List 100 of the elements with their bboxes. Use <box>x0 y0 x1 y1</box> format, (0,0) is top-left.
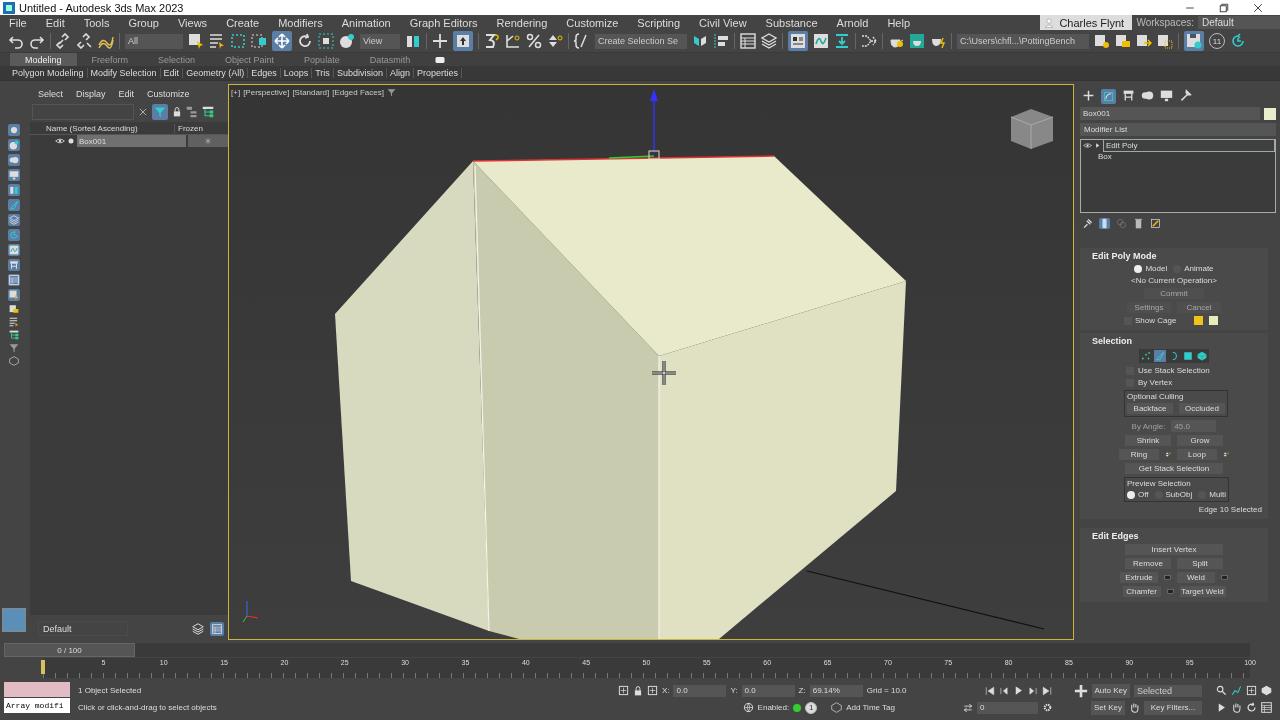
button[interactable]: Loop <box>1177 449 1217 460</box>
radio-button[interactable]: Model <box>1134 264 1168 273</box>
checkbox[interactable]: By Vertex <box>1080 378 1173 387</box>
status-text: 1 Object Selected <box>78 686 142 695</box>
checkbox[interactable]: Show Cage <box>1124 316 1177 325</box>
button[interactable]: Shrink <box>1125 435 1171 446</box>
named-selection-field[interactable]: Create Selection Se <box>595 33 687 49</box>
menu-item[interactable]: Animation <box>341 16 401 29</box>
button[interactable]: Split <box>1177 558 1223 569</box>
rollout-title[interactable]: Edit Edges <box>1080 531 1268 541</box>
radio-button[interactable]: Multi <box>1198 490 1227 499</box>
ribbon-panel[interactable]: Loops <box>280 68 313 78</box>
ribbon-tab[interactable]: Freeform <box>76 53 144 66</box>
workspaces-dropdown[interactable]: Default <box>1198 16 1280 29</box>
x-label: X: <box>661 686 670 695</box>
ribbon-panel[interactable]: Edges <box>248 68 281 78</box>
user-menu[interactable]: Charles Flynt <box>1040 15 1133 30</box>
menu-item[interactable]: Create <box>226 16 270 29</box>
z-label: Z: <box>798 686 806 695</box>
scene-item[interactable]: Box001 <box>77 135 186 147</box>
viewport-label[interactable]: [Perspective] <box>243 88 290 97</box>
time-slider-thumb[interactable]: 0 / 100 <box>4 643 135 657</box>
badge: 1 <box>805 701 818 714</box>
layer-dropdown[interactable]: Default <box>38 621 128 636</box>
ribbon-tab[interactable]: Object Paint <box>210 53 290 66</box>
selection-filter-dropdown[interactable]: All <box>125 33 183 49</box>
rollout-title[interactable]: Selection <box>1080 336 1268 346</box>
object-name-field[interactable]: Box001 <box>1080 107 1260 120</box>
button[interactable]: Backface <box>1127 403 1173 414</box>
menu-item[interactable]: Group <box>128 16 169 29</box>
key-mode-dropdown[interactable]: Selected <box>1134 684 1202 697</box>
ribbon-panel[interactable]: Modify Selection <box>87 68 161 78</box>
z-coordinate-field[interactable]: 69.14% <box>809 684 863 697</box>
y-label: Y: <box>730 686 738 695</box>
button[interactable]: Insert Vertex <box>1125 544 1223 555</box>
button[interactable]: Remove <box>1125 558 1171 569</box>
prompt-text: Click or click-and-drag to select objects <box>78 703 217 712</box>
ribbon-panel[interactable]: Properties <box>413 68 462 78</box>
selection-status: Edge 10 Selected <box>1198 505 1263 514</box>
x-coordinate-field[interactable]: 0.0 <box>673 684 727 697</box>
ribbon-panel[interactable]: Align <box>386 68 414 78</box>
ribbon-panel[interactable]: Geometry (All) <box>183 68 249 78</box>
radio-button[interactable]: SubObj <box>1154 490 1193 499</box>
viewport-label[interactable]: [Standard] <box>292 88 330 97</box>
menu-item[interactable]: Scripting <box>637 16 691 29</box>
ribbon-panel[interactable]: Subdivision <box>333 68 387 78</box>
operation-label: <No Current Operation> <box>1131 276 1217 285</box>
time-slider[interactable]: 0 / 100 <box>4 643 1250 657</box>
menu-item[interactable]: Views <box>177 16 218 29</box>
radio-button[interactable]: Off <box>1127 490 1149 499</box>
ribbon-panel[interactable]: Edit <box>160 68 184 78</box>
menu-item[interactable]: Customize <box>566 16 629 29</box>
ribbon-tab[interactable]: Modeling <box>10 53 77 66</box>
button[interactable]: Extrude <box>1120 572 1158 583</box>
ribbon-panel[interactable]: Polygon Modeling <box>9 68 88 78</box>
rollout-title[interactable]: Edit Poly Mode <box>1080 251 1268 261</box>
button[interactable]: Target Weld <box>1179 586 1226 597</box>
viewport-label[interactable]: [+] <box>231 88 241 97</box>
set-key-button[interactable]: Set Key <box>1091 700 1125 715</box>
angle-label: By Angle: <box>1131 421 1166 431</box>
ribbon-tab[interactable]: Populate <box>289 53 355 66</box>
modifier-item[interactable]: Box <box>1083 151 1275 162</box>
ribbon-tab[interactable]: Datasmith <box>354 53 426 66</box>
button[interactable]: Ring <box>1119 449 1159 460</box>
key-filters-button[interactable]: Key Filters... <box>1144 700 1202 715</box>
modifier-item[interactable]: Edit Poly <box>1103 139 1275 152</box>
viewport-label[interactable]: [Edged Faces] <box>332 88 384 97</box>
menu-item[interactable]: Help <box>887 16 920 29</box>
auto-key-button[interactable]: Auto Key <box>1091 683 1130 698</box>
add-time-tag-label[interactable]: Add Time Tag <box>846 703 895 712</box>
ribbon-panel[interactable]: Tris <box>312 68 334 78</box>
menu-item[interactable]: Civil View <box>699 16 757 29</box>
menu-item[interactable]: Select <box>38 89 63 99</box>
column-header[interactable]: Name (Sorted Ascending) <box>30 123 174 133</box>
button[interactable]: Grow <box>1177 435 1223 446</box>
y-coordinate-field[interactable]: 0.0 <box>741 684 795 697</box>
ribbon-tab[interactable]: Selection <box>143 53 211 66</box>
menu-item[interactable]: Customize <box>147 89 190 99</box>
frame-field[interactable]: 0 <box>977 701 1038 714</box>
menu-item[interactable]: File <box>9 16 37 29</box>
menu-item[interactable]: Arnold <box>836 16 879 29</box>
checkbox[interactable]: Use Stack Selection <box>1080 366 1210 375</box>
menu-item[interactable]: Substance <box>765 16 828 29</box>
reference-coordinate-dropdown[interactable]: View <box>360 33 400 49</box>
menu-item[interactable]: Display <box>76 89 106 99</box>
menu-item[interactable]: Tools <box>83 16 120 29</box>
radio-button[interactable]: Animate <box>1173 264 1214 273</box>
menu-item[interactable]: Rendering <box>496 16 558 29</box>
button[interactable]: Get Stack Selection <box>1125 463 1223 474</box>
menu-item[interactable]: Edit <box>45 16 75 29</box>
button[interactable]: Occluded <box>1179 403 1225 414</box>
button[interactable]: Chamfer <box>1122 586 1161 597</box>
group-title: Preview Selection <box>1127 479 1192 488</box>
menu-item[interactable]: Edit <box>118 89 135 99</box>
menu-item[interactable]: Modifiers <box>278 16 333 29</box>
button[interactable]: Weld <box>1177 572 1215 583</box>
menu-item[interactable]: Graph Editors <box>409 16 488 29</box>
project-path-dropdown[interactable]: C:\Users\chfl...\PottingBench <box>957 33 1089 49</box>
script-input-field[interactable]: Array modifi <box>4 698 70 713</box>
modifier-list-dropdown[interactable]: Modifier List <box>1080 123 1276 136</box>
